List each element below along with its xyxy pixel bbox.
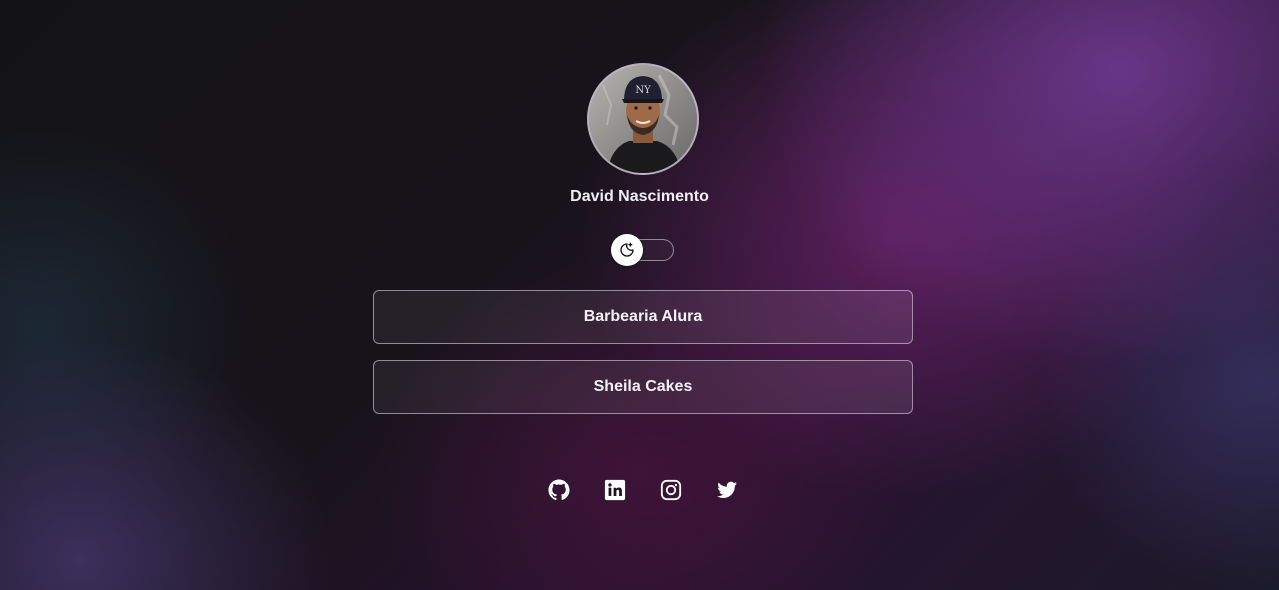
profile-name: David Nascimento (570, 188, 709, 205)
moon-sun-icon (620, 242, 634, 257)
profile-page: NY David Nascimento Barbearia Alura Shei… (0, 0, 1279, 590)
svg-text:NY: NY (635, 85, 651, 96)
instagram-link[interactable] (659, 478, 683, 502)
github-icon (548, 479, 570, 501)
twitter-link[interactable] (715, 478, 739, 502)
linkedin-link[interactable] (603, 478, 627, 502)
instagram-icon (660, 479, 682, 501)
linkedin-icon (604, 479, 626, 501)
theme-toggle-button[interactable] (611, 234, 643, 266)
avatar-photo: NY (589, 65, 697, 173)
link-button-sheila-cakes[interactable]: Sheila Cakes (373, 360, 913, 414)
twitter-icon (716, 481, 738, 498)
link-button-barbearia-alura[interactable]: Barbearia Alura (373, 290, 913, 344)
github-link[interactable] (547, 478, 571, 502)
avatar: NY (587, 63, 699, 175)
